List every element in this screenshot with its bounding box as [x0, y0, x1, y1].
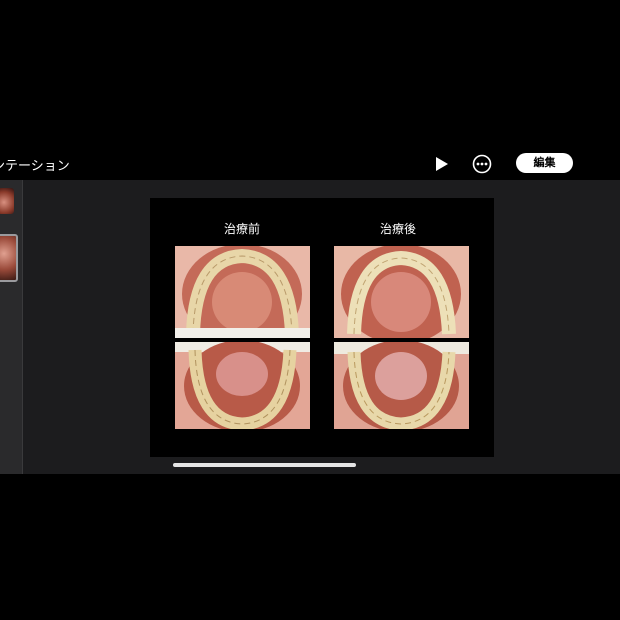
current-slide[interactable]: 治療前 治療後	[150, 198, 494, 457]
top-bar: ンテーション 編集	[0, 148, 620, 180]
after-treatment-label: 治療後	[379, 222, 416, 236]
document-title: ンテーション	[0, 159, 70, 174]
play-icon[interactable]	[432, 155, 450, 173]
before-lower-arch-photo	[175, 342, 310, 429]
home-indicator[interactable]	[173, 463, 356, 467]
slide-navigator	[0, 180, 23, 474]
edit-button[interactable]: 編集	[516, 153, 573, 173]
before-treatment-label: 治療前	[223, 222, 260, 236]
ellipsis-circle-icon[interactable]	[472, 154, 492, 174]
slide-thumbnail[interactable]	[0, 188, 14, 214]
before-upper-arch-photo	[175, 246, 310, 338]
slide-thumbnail-selected[interactable]	[0, 234, 18, 282]
after-upper-arch-photo	[334, 246, 469, 338]
after-lower-arch-photo	[334, 342, 469, 429]
